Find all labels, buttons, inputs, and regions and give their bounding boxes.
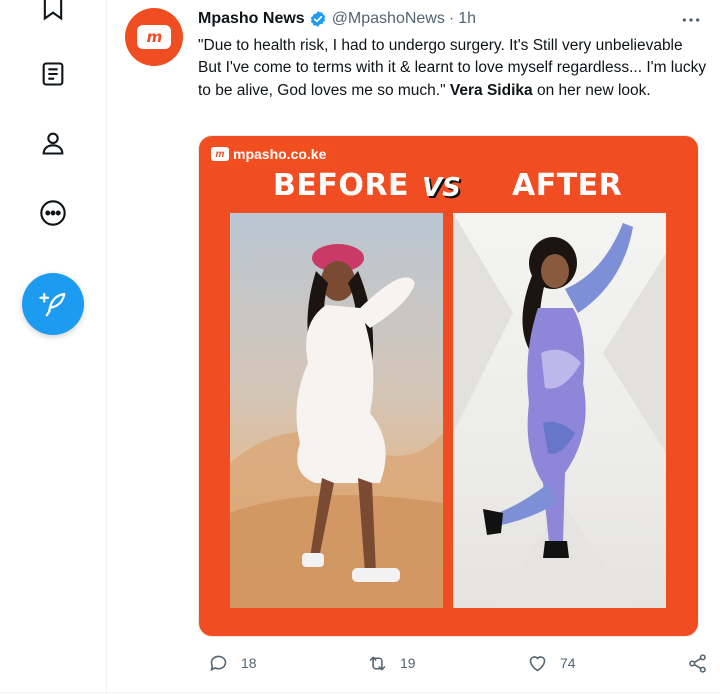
tweet-text: "Due to health risk, I had to undergo su… — [198, 35, 708, 102]
reply-count: 18 — [241, 655, 257, 671]
retweet-icon — [369, 656, 386, 670]
separator-dot: · — [448, 10, 455, 27]
after-label: AFTER — [512, 168, 623, 203]
media-brand: m mpasho.co.ke — [205, 143, 333, 165]
mentioned-name: Vera Sidika — [449, 81, 533, 99]
list-icon[interactable] — [37, 58, 69, 90]
brand-text: mpasho.co.ke — [233, 146, 327, 162]
tweet-header: Mpasho News @MpashoNews · 1h — [198, 9, 476, 29]
tweet-actions: 18 19 74 — [198, 651, 708, 675]
author-name[interactable]: Mpasho News — [198, 10, 305, 28]
after-photo — [453, 213, 666, 608]
before-label: BEFORE — [273, 168, 409, 203]
divider — [0, 692, 720, 693]
more-options-icon[interactable] — [679, 12, 703, 28]
reply-button[interactable]: 18 — [208, 651, 257, 675]
vs-label: VS — [422, 173, 461, 203]
more-circle-icon[interactable] — [37, 197, 69, 229]
mpasho-badge-icon: m — [211, 147, 229, 161]
like-button[interactable]: 74 — [527, 651, 576, 675]
mpasho-logo: m — [137, 25, 171, 49]
before-photo — [230, 213, 443, 608]
compose-tweet-button[interactable] — [22, 273, 84, 335]
tweet[interactable]: m Mpasho News @MpashoNews · 1h "Due to h… — [108, 0, 720, 694]
like-count: 74 — [560, 655, 576, 671]
author-handle[interactable]: @MpashoNews — [332, 10, 445, 28]
retweet-count: 19 — [400, 655, 416, 671]
retweet-button[interactable]: 19 — [367, 651, 416, 675]
tweet-media-image[interactable]: m mpasho.co.ke BEFORE VS AFTER — [198, 135, 699, 637]
heart-icon — [529, 655, 546, 671]
bookmark-icon[interactable] — [37, 0, 69, 24]
reply-icon — [210, 655, 227, 671]
person-icon[interactable] — [37, 127, 69, 159]
after-photo-illustration — [453, 213, 666, 608]
verified-badge-icon — [310, 11, 325, 27]
compose-feather-icon — [39, 292, 66, 317]
before-photo-illustration — [230, 244, 443, 608]
left-nav-rail — [0, 0, 107, 694]
tweet-time[interactable]: 1h — [458, 10, 476, 28]
share-button[interactable] — [687, 651, 720, 675]
tweet-tail: on her new look. — [536, 81, 651, 99]
avatar[interactable]: m — [125, 8, 183, 66]
share-icon — [689, 653, 706, 673]
